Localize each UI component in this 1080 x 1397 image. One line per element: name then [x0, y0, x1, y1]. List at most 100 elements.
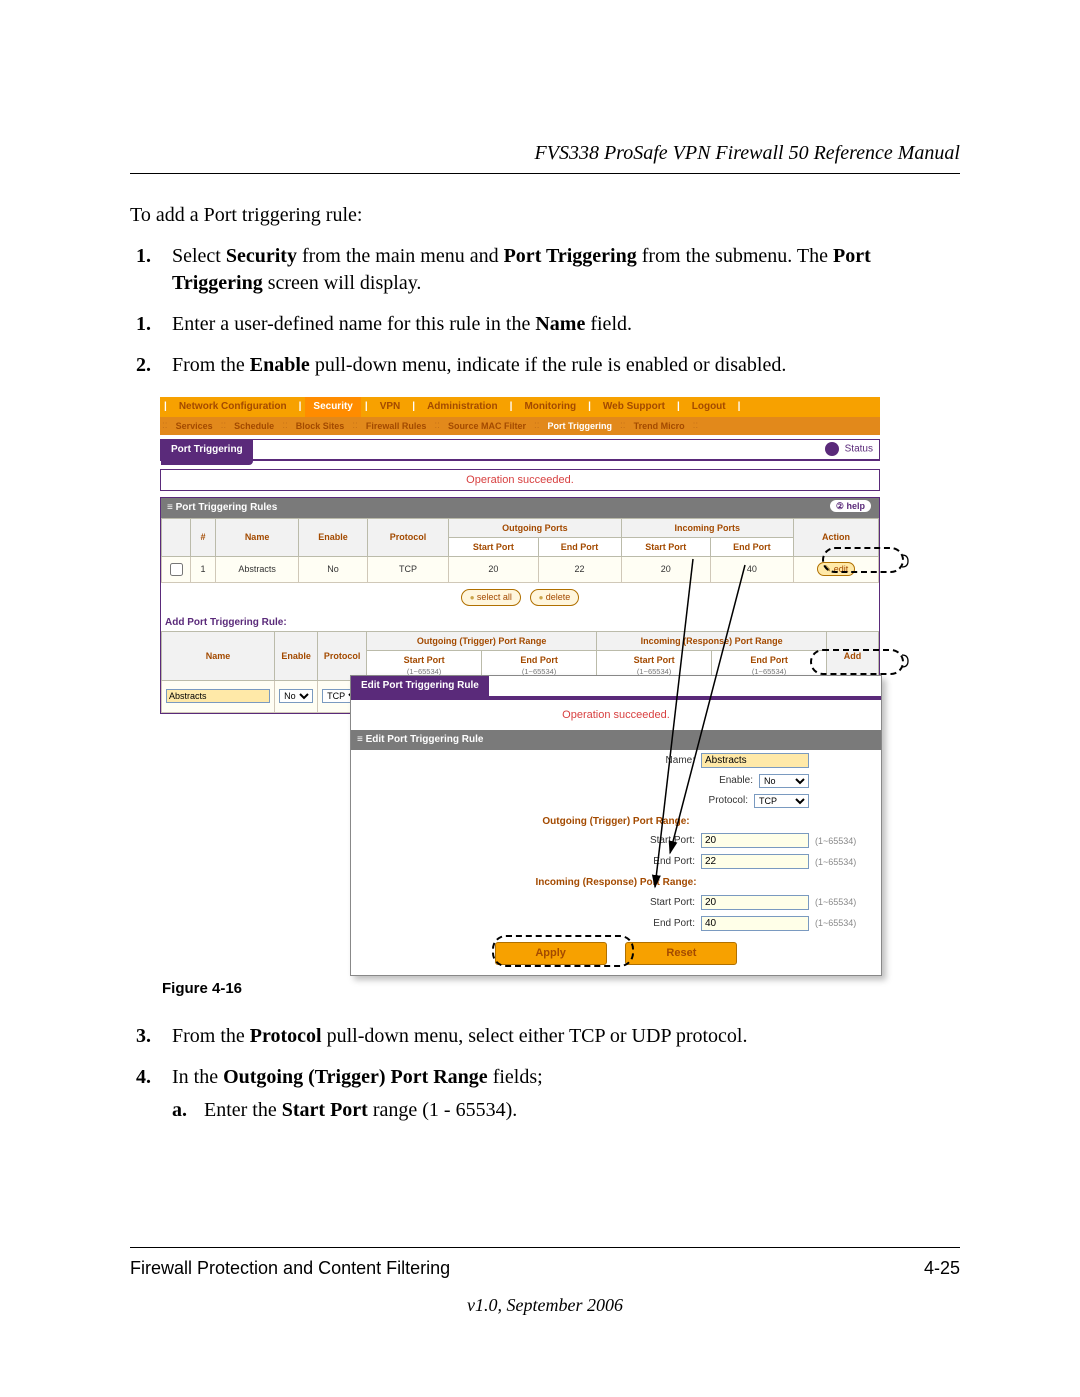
submenu-macfilter[interactable]: Source MAC Filter	[442, 417, 532, 435]
popup-buttons: Apply Reset	[351, 934, 881, 975]
col-action: Action	[793, 518, 878, 556]
step-body: From the Protocol pull-down menu, select…	[172, 1023, 960, 1050]
row-checkbox[interactable]	[170, 563, 183, 576]
tab-row: Port Triggering Status	[160, 439, 880, 461]
hint: (1~65534)	[815, 856, 871, 868]
apply-button[interactable]: Apply	[495, 942, 607, 965]
popup-row-in-start: Start Port: (1~65534)	[351, 892, 881, 913]
selectall-button[interactable]: select all	[461, 589, 521, 606]
lbl: Enable:	[719, 774, 753, 788]
status-link[interactable]: Status	[825, 442, 873, 456]
addcol-out: Outgoing (Trigger) Port Range	[367, 632, 597, 651]
t: Start Port	[282, 1099, 368, 1121]
substep-marker: a.	[172, 1097, 204, 1124]
hint: (1~65534)	[815, 896, 871, 908]
submenu-services[interactable]: Services	[170, 417, 219, 435]
lbl: End Port:	[653, 855, 695, 869]
step-body: In the Outgoing (Trigger) Port Range fie…	[172, 1064, 960, 1130]
popup-name-input[interactable]	[701, 753, 809, 768]
popup-enable-select[interactable]: No	[759, 774, 809, 788]
edit-button[interactable]: edit	[817, 562, 856, 576]
col-incoming: Incoming Ports	[621, 518, 793, 537]
t: from the main menu and	[297, 245, 504, 267]
cell-enable: No	[299, 556, 368, 582]
t: Outgoing (Trigger) Port Range	[223, 1066, 488, 1088]
cell-num: 1	[191, 556, 216, 582]
menu-monitoring[interactable]: Monitoring	[516, 397, 584, 417]
t: Name	[535, 313, 585, 335]
delete-button[interactable]: delete	[530, 589, 580, 606]
t: Protocol	[250, 1025, 322, 1047]
cell-out-start: 20	[449, 556, 538, 582]
popup-incoming-group: Incoming (Response) Port Range:	[351, 872, 881, 892]
t: Port Triggering	[504, 245, 637, 267]
cell-out-end: 22	[538, 556, 621, 582]
edit-popup: Edit Port Triggering Rule Operation succ…	[350, 675, 882, 976]
popup-protocol-select[interactable]: TCP	[754, 794, 809, 808]
popup-row-enable: Enable: No	[351, 771, 881, 791]
popup-out-start-input[interactable]	[701, 833, 809, 848]
t: range (1 - 65534).	[368, 1099, 517, 1121]
col-outgoing: Outgoing Ports	[449, 518, 621, 537]
steps-bottom: 3. From the Protocol pull-down menu, sel…	[130, 1023, 960, 1130]
intro-text: To add a Port triggering rule:	[130, 202, 960, 229]
col-in-end: End Port	[710, 537, 793, 556]
menu-websupport[interactable]: Web Support	[595, 397, 673, 417]
col-num: #	[191, 518, 216, 556]
lbl: Start Port:	[650, 834, 695, 848]
lbl: Protocol:	[709, 794, 748, 808]
tab-label: Port Triggering	[161, 440, 253, 465]
popup-row-protocol: Protocol: TCP	[351, 791, 881, 811]
popup-message: Operation succeeded.	[351, 698, 881, 731]
popup-out-end-input[interactable]	[701, 854, 809, 869]
step-body: Enter a user-defined name for this rule …	[172, 311, 960, 338]
t: pull-down menu, indicate if the rule is …	[310, 354, 787, 376]
add-section-title: Add Port Triggering Rule:	[161, 612, 879, 632]
col-out-end: End Port	[538, 537, 621, 556]
lbl: End Port:	[653, 917, 695, 931]
step-body: Select Security from the main menu and P…	[172, 243, 960, 297]
lbl: Name:	[666, 754, 695, 768]
footer-right: 4-25	[924, 1258, 960, 1279]
popup-row-out-end: End Port: (1~65534)	[351, 851, 881, 872]
t: help	[846, 501, 865, 511]
cell-protocol: TCP	[367, 556, 448, 582]
t: Enable	[250, 354, 310, 376]
submenu-trend[interactable]: Trend Micro	[628, 417, 691, 435]
menu-logout[interactable]: Logout	[684, 397, 734, 417]
rules-table: # Name Enable Protocol Outgoing Ports In…	[161, 518, 879, 583]
footer-left: Firewall Protection and Content Filterin…	[130, 1258, 450, 1279]
help-link[interactable]: ② help	[830, 500, 871, 512]
add-enable-select[interactable]: No	[279, 689, 313, 703]
steps-top: 1. Select Security from the main menu an…	[130, 243, 960, 379]
t: Select	[172, 245, 226, 267]
menu-vpn[interactable]: VPN	[372, 397, 409, 417]
submenu-schedule[interactable]: Schedule	[228, 417, 280, 435]
reset-button[interactable]: Reset	[625, 942, 737, 965]
status-message: Operation succeeded.	[160, 469, 880, 491]
substep-body: Enter the Start Port range (1 - 65534).	[204, 1097, 517, 1124]
t: Enter a user-defined name for this rule …	[172, 313, 535, 335]
submenu-blocksites[interactable]: Block Sites	[290, 417, 351, 435]
col-enable: Enable	[299, 518, 368, 556]
col-out-start: Start Port	[449, 537, 538, 556]
submenu-firewall[interactable]: Firewall Rules	[360, 417, 433, 435]
t: pull-down menu, select either TCP or UDP…	[322, 1025, 748, 1047]
menu-admin[interactable]: Administration	[419, 397, 506, 417]
menu-network[interactable]: Network Configuration	[171, 397, 295, 417]
t: From the	[172, 354, 250, 376]
popup-in-start-input[interactable]	[701, 895, 809, 910]
popup-in-end-input[interactable]	[701, 916, 809, 931]
step-marker: 1.	[130, 243, 172, 297]
t: Edit Port Triggering Rule	[366, 734, 484, 745]
add-name-input[interactable]	[166, 689, 270, 703]
popup-row-name: Name:	[351, 750, 881, 771]
step-marker: 1.	[130, 311, 172, 338]
menu-security[interactable]: Security	[305, 397, 360, 417]
cell-name: Abstracts	[216, 556, 299, 582]
substeps: a. Enter the Start Port range (1 - 65534…	[172, 1097, 960, 1124]
t: From the	[172, 1025, 250, 1047]
screenshot: | Network Configuration| Security| VPN| …	[160, 397, 920, 967]
t: field.	[585, 313, 632, 335]
submenu-porttrig[interactable]: Port Triggering	[542, 417, 619, 435]
